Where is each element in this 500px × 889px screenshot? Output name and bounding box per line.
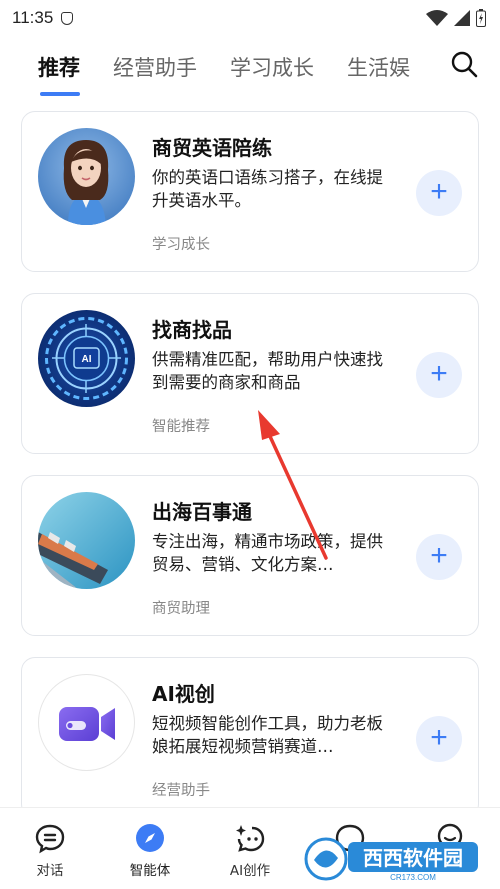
nav-agents[interactable]: 智能体 [100,808,200,889]
tab-business-assistant[interactable]: 经营助手 [113,52,197,82]
tab-life-entertainment[interactable]: 生活娱 [347,52,410,82]
status-icons [426,9,486,27]
wifi-icon [426,10,448,26]
watermark-logo: 西西软件园 CR173.COM [304,837,478,882]
avatar: AI [38,310,135,407]
agent-card[interactable]: 出海百事通 专注出海，精通市场政策，提供贸易、营销、文化方案… 商贸助理 + [21,475,479,636]
avatar [38,674,135,771]
agent-category-tag: 商贸助理 [152,601,210,617]
compass-icon [136,824,164,852]
agent-title: 找商找品 [152,318,232,342]
signal-icon [454,10,470,26]
agent-category-tag: 经营助手 [152,783,210,799]
watermark-sub: CR173.COM [390,873,436,882]
agent-description: 专注出海，精通市场政策，提供贸易、营销、文化方案… [152,532,383,574]
watermark-text: 西西软件园 [363,846,463,870]
svg-text:AI: AI [82,354,92,365]
agent-description: 供需精准匹配，帮助用户快速找到需要的商家和商品 [152,350,383,392]
battery-icon [476,9,486,27]
nav-ai-create[interactable]: AI创作 [200,808,300,889]
avatar [38,128,135,225]
agent-description: 你的英语口语练习搭子，在线提升英语水平。 [152,168,383,210]
tab-recommend[interactable]: 推荐 [38,52,80,96]
nav-agents-label: 智能体 [129,863,171,879]
add-agent-button[interactable]: + [416,716,462,762]
agent-card[interactable]: AI视创 短视频智能创作工具，助力老板娘拓展短视频营销赛道… 经营助手 + [21,657,479,818]
avatar [38,492,135,589]
agent-title: 出海百事通 [152,500,252,524]
add-agent-button[interactable]: + [416,352,462,398]
tab-learning-growth[interactable]: 学习成长 [230,52,314,82]
sparkle-face-icon [236,825,265,852]
agent-category-tag: 智能推荐 [152,419,210,435]
nav-chat[interactable]: 对话 [0,808,100,889]
status-bar: 11:35 [0,0,500,36]
nav-chat-label: 对话 [36,863,64,879]
agent-title: 商贸英语陪练 [152,136,272,160]
agent-category-tag: 学习成长 [152,237,210,253]
nav-ai-create-label: AI创作 [229,863,271,879]
agent-card[interactable]: AI 找商找品 供需精准匹配，帮助用户快速找到需要的商家和商品 智能推荐 + [21,293,479,454]
agent-list: 商贸英语陪练 你的英语口语练习搭子，在线提升英语水平。 学习成长 + AI 找商… [0,104,500,818]
chat-bubble-icon [35,824,65,854]
agent-card[interactable]: 商贸英语陪练 你的英语口语练习搭子，在线提升英语水平。 学习成长 + [21,111,479,272]
add-agent-button[interactable]: + [416,534,462,580]
category-tabs: 推荐 经营助手 学习成长 生活娱 [0,36,500,104]
search-icon[interactable] [450,50,478,78]
status-time: 11:35 [12,8,54,27]
agent-title: AI视创 [152,682,215,706]
agent-description: 短视频智能创作工具，助力老板娘拓展短视频营销赛道… [152,714,383,756]
add-agent-button[interactable]: + [416,170,462,216]
shield-icon [61,11,74,25]
